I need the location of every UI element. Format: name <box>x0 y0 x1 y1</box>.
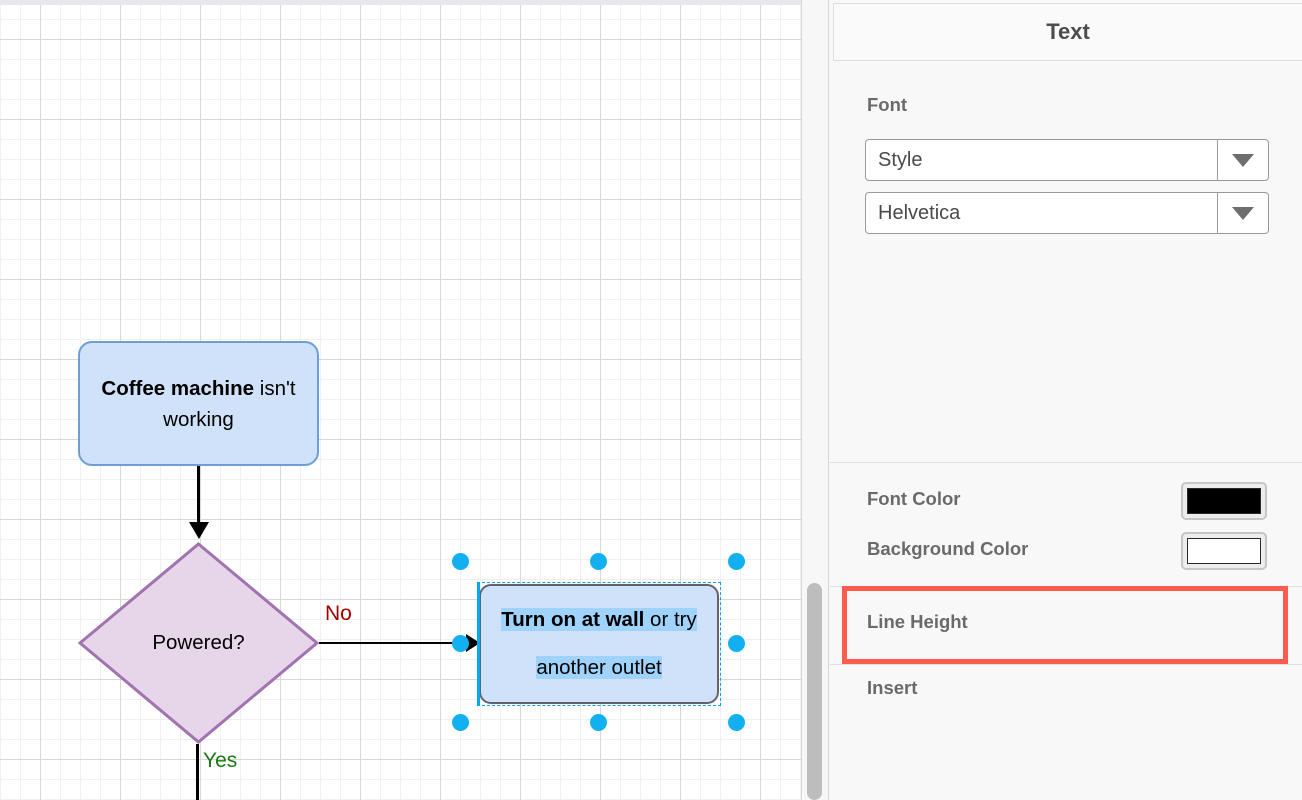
divider-colors <box>830 462 1302 463</box>
resize-handle-middle-right[interactable] <box>728 635 745 652</box>
node-coffee-machine[interactable]: Coffee machine isn't working <box>78 341 319 466</box>
font-color-chip <box>1187 488 1261 514</box>
node-coffee-machine-text: Coffee machine isn't working <box>88 373 309 435</box>
resize-handle-top-right[interactable] <box>728 553 745 570</box>
font-family-value: Helvetica <box>866 202 1217 225</box>
selection-left-edge <box>477 582 480 706</box>
node-action-line1-rest: or try <box>644 608 696 631</box>
node-action-line2: another outlet <box>536 644 661 692</box>
node-action-line2-text: another outlet <box>536 656 661 679</box>
edge-decision-yes <box>196 744 199 800</box>
format-panel: Text Font Style Helvetica B I U S <box>828 0 1302 800</box>
font-style-dropdown-button[interactable] <box>1217 140 1268 180</box>
edge-decision-to-action <box>319 642 465 644</box>
font-style-select[interactable]: Style <box>865 139 1269 181</box>
divider-line-height-top <box>830 586 1302 587</box>
background-color-chip <box>1187 538 1261 564</box>
font-family-dropdown-button[interactable] <box>1217 193 1268 233</box>
node-coffee-machine-bold: Coffee machine <box>101 377 254 400</box>
panel-title: Text <box>1046 19 1090 45</box>
node-turn-on-at-wall[interactable]: Turn on at wall or try another outlet <box>479 584 719 704</box>
app-root: Coffee machine isn't working Powered? No… <box>0 0 1302 800</box>
canvas-vertical-scrollbar-thumb[interactable] <box>807 583 822 800</box>
chevron-down-icon <box>1232 207 1254 220</box>
font-family-select[interactable]: Helvetica <box>865 192 1269 234</box>
font-section-label: Font <box>867 94 907 116</box>
resize-handle-bottom-left[interactable] <box>452 714 469 731</box>
font-color-label: Font Color <box>867 488 961 510</box>
line-height-label: Line Height <box>867 611 968 633</box>
diagram-canvas[interactable]: Coffee machine isn't working Powered? No… <box>0 0 801 800</box>
edge-label-yes: Yes <box>203 749 237 773</box>
resize-handle-middle-left[interactable] <box>452 635 469 652</box>
edge-label-no: No <box>325 602 352 626</box>
node-action-line1-bold: Turn on at wall <box>501 608 644 631</box>
chevron-down-icon <box>1232 154 1254 167</box>
resize-handle-top-center[interactable] <box>590 553 607 570</box>
resize-handle-bottom-center[interactable] <box>590 714 607 731</box>
resize-handle-top-left[interactable] <box>452 553 469 570</box>
edge-problem-to-decision <box>197 466 200 526</box>
node-powered[interactable]: Powered? <box>78 542 319 744</box>
font-color-swatch[interactable] <box>1181 482 1267 520</box>
font-style-value: Style <box>866 149 1217 172</box>
resize-handle-bottom-right[interactable] <box>728 714 745 731</box>
node-action-line1: Turn on at wall or try <box>501 596 697 644</box>
panel-header: Text <box>833 3 1302 61</box>
arrowhead-down-icon <box>189 522 209 539</box>
node-powered-label: Powered? <box>78 542 319 744</box>
canvas-top-shade <box>0 0 801 5</box>
background-color-swatch[interactable] <box>1181 532 1267 570</box>
divider-line-height-bottom <box>830 664 1302 665</box>
background-color-label: Background Color <box>867 538 1028 560</box>
insert-section-label: Insert <box>867 677 917 699</box>
